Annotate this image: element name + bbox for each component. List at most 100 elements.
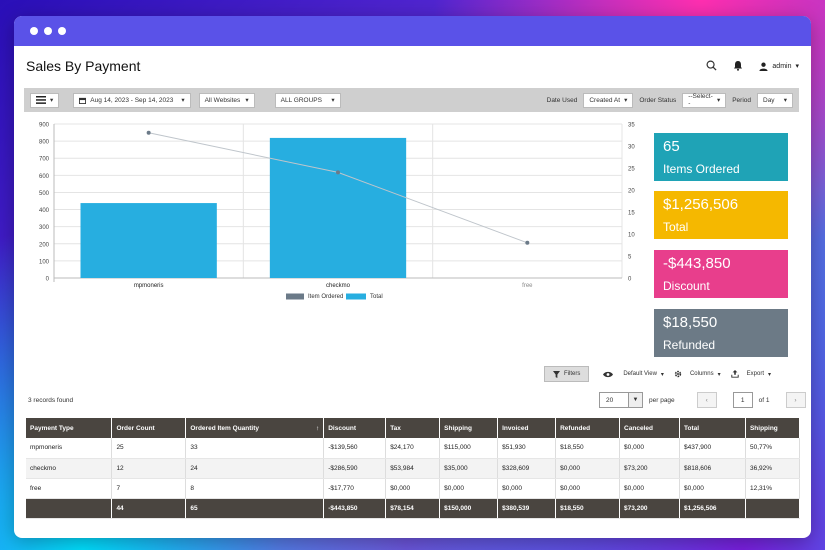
user-name: admin <box>772 62 792 70</box>
page-header: Sales By Payment admin ▾ <box>14 46 811 86</box>
table-cell: -$139,560 <box>323 438 387 459</box>
table-cell: $0,000 <box>555 458 621 479</box>
point-item-ordered <box>525 240 530 245</box>
table-cell: $0,000 <box>497 478 557 499</box>
chevron-down-icon: ▼ <box>628 393 642 407</box>
column-header[interactable]: Payment Type <box>26 418 113 438</box>
column-header[interactable]: Refunded <box>555 418 621 438</box>
column-header[interactable]: Discount <box>323 418 387 438</box>
chevron-down-icon: ▾ <box>795 63 799 70</box>
x-tick-label: mpmoneris <box>134 283 164 289</box>
legend-label: Item Ordered <box>308 294 343 300</box>
records-count: 3 records found <box>28 397 74 404</box>
column-header[interactable]: Invoiced <box>497 418 557 438</box>
user-menu[interactable]: admin ▾ <box>759 62 799 71</box>
eye-icon <box>603 371 614 377</box>
page-input[interactable]: 1 <box>732 392 753 408</box>
y-tick-label: 100 <box>39 259 50 265</box>
chevron-down-icon: ▾ <box>181 97 185 104</box>
column-header[interactable]: Order Count <box>111 418 187 438</box>
websites-select[interactable]: All Websites ▾ <box>198 92 255 108</box>
hamburger-icon <box>36 96 46 104</box>
table-cell: 7 <box>111 478 187 499</box>
y2-tick-label: 25 <box>628 167 635 173</box>
chevron-down-icon: ▾ <box>717 371 721 378</box>
table-cell: 8 <box>185 478 325 499</box>
column-header[interactable]: Shipping <box>745 418 801 438</box>
table-cell: $35,000 <box>439 458 499 479</box>
search-icon[interactable] <box>706 60 717 73</box>
column-header[interactable]: Ordered Item Quantity ↑ <box>185 418 325 438</box>
window-dot-2[interactable] <box>44 27 52 35</box>
table-cell: $53,984 <box>385 458 441 479</box>
table-row[interactable]: free 7 8 -$17,770 $0,000 $0,000 $0,000 $0,000 $0… <box>26 478 801 499</box>
per-page-select[interactable]: 20 ▼ <box>599 392 643 408</box>
window-dot-1[interactable] <box>30 27 38 35</box>
column-header[interactable]: Shipping <box>439 418 499 438</box>
grid-toolbar: Filters Default View ▾ Columns ▾ Export … <box>544 366 771 382</box>
chevron-down-icon: ▾ <box>331 97 335 104</box>
columns-menu[interactable]: Columns ▾ <box>674 370 721 378</box>
window-dot-3[interactable] <box>58 27 66 35</box>
page-of-label: of 1 <box>758 396 770 404</box>
chevron-left-icon: ‹ <box>705 396 708 404</box>
column-header[interactable]: Canceled <box>619 418 681 438</box>
table-cell: $0,000 <box>619 478 681 499</box>
totals-cell: -$443,850 <box>323 498 387 519</box>
y2-tick-label: 10 <box>628 233 635 239</box>
totals-cell: $18,550 <box>555 498 621 519</box>
point-item-ordered <box>146 130 151 135</box>
totals-cell: $150,000 <box>439 498 499 519</box>
report-table: Payment Type Order Count Ordered Item Qu… <box>26 418 801 519</box>
y-tick-label: 600 <box>39 174 50 180</box>
y2-tick-label: 30 <box>628 145 635 151</box>
table-cell: $328,609 <box>497 458 557 479</box>
date-range-value: Aug 14, 2023 - Sep 14, 2023 <box>90 96 174 104</box>
columns-label: Columns <box>689 371 714 377</box>
table-cell: 33 <box>185 438 325 459</box>
bell-icon[interactable] <box>733 60 743 73</box>
per-page-value: 20 <box>606 396 614 404</box>
table-cell: -$286,590 <box>323 458 387 479</box>
y2-tick-label: 35 <box>628 123 635 129</box>
legend-swatch <box>346 293 366 300</box>
table-cell: 24 <box>185 458 325 479</box>
chevron-down-icon: ▾ <box>783 97 787 104</box>
table-cell: $51,930 <box>497 438 557 459</box>
stat-label: Total <box>663 220 689 234</box>
table-cell: $115,000 <box>439 438 499 459</box>
date-used-value: Created At <box>589 96 621 104</box>
table-totals-row: 44 65 -$443,850 $78,154 $150,000 $380,539 $18,… <box>26 498 801 519</box>
period-select[interactable]: Day ▾ <box>757 92 793 108</box>
stat-card: $1,256,506 Total <box>654 191 788 239</box>
totals-cell <box>26 498 113 519</box>
groups-select[interactable]: ALL GROUPS ▾ <box>274 92 341 108</box>
default-view-menu[interactable]: Default View ▾ <box>603 371 664 378</box>
filters-button[interactable]: Filters <box>544 366 590 382</box>
app-window: Sales By Payment admin ▾ ▾ Aug 14, 2023 … <box>14 16 811 538</box>
stat-value: $18,550 <box>663 314 718 331</box>
chevron-down-icon: ▾ <box>50 97 54 104</box>
stat-value: -$443,850 <box>663 255 731 272</box>
date-range-picker[interactable]: Aug 14, 2023 - Sep 14, 2023 ▾ <box>73 92 191 108</box>
prev-page-button[interactable]: ‹ <box>696 392 717 408</box>
table-cell: 25 <box>111 438 187 459</box>
user-icon <box>759 62 768 71</box>
column-header-label: Ordered Item Quantity <box>190 424 259 432</box>
column-header[interactable]: Total <box>679 418 746 438</box>
totals-cell: $380,539 <box>497 498 557 519</box>
totals-cell: 44 <box>111 498 187 519</box>
menu-button[interactable]: ▾ <box>30 92 60 108</box>
order-status-select[interactable]: --Select-- ▾ <box>682 92 727 108</box>
table-row[interactable]: checkmo 12 24 -$286,590 $53,984 $35,000 $328,6… <box>26 458 801 479</box>
table-row[interactable]: mpmoneris 25 33 -$139,560 $24,170 $115,000 $51… <box>26 438 801 459</box>
y2-tick-label: 0 <box>628 277 632 283</box>
order-status-label: Order Status <box>639 96 677 104</box>
export-icon <box>730 370 739 378</box>
next-page-button[interactable]: › <box>785 392 806 408</box>
table-cell: checkmo <box>26 458 113 479</box>
export-menu[interactable]: Export ▾ <box>730 370 771 378</box>
point-item-ordered <box>336 170 340 175</box>
column-header[interactable]: Tax <box>385 418 441 438</box>
date-used-select[interactable]: Created At ▾ <box>583 92 634 108</box>
